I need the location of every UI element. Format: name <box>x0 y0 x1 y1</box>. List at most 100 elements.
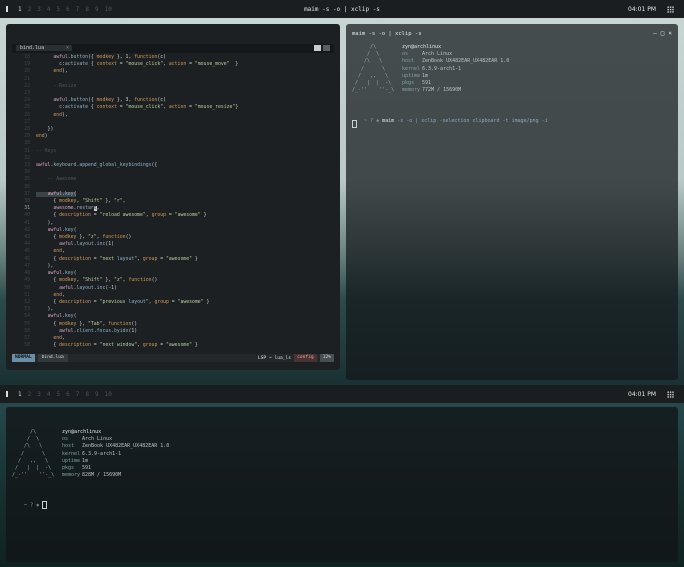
code-line[interactable]: 49 { modkey, "Shift" }, "z", function() <box>12 277 334 284</box>
clock-2[interactable]: 04:01 PM <box>628 391 656 398</box>
line-number: 27 <box>24 119 30 125</box>
code-line[interactable]: 23 <box>12 90 334 97</box>
bot-info-kernel: kernel 6.3.9-arch1-1 <box>62 450 122 457</box>
bot-logo-line: /\ <box>12 429 37 435</box>
code-line[interactable]: 28 }) <box>12 126 334 133</box>
code-line[interactable]: 58 { description = "next window", group … <box>12 342 334 349</box>
code-line[interactable]: 19 c:activate { context = "mouse_click",… <box>12 61 334 68</box>
code-line[interactable]: 26 end), <box>12 112 334 119</box>
code-line[interactable]: 56 awful.client.focus.byidx(1) <box>12 328 334 335</box>
arch-logo: /\ / \ /\ \ / \ / ,, \ / | | -\/_-'' ''-… <box>352 44 394 94</box>
code-line[interactable]: 40 { description = "reload awesome", gro… <box>12 212 334 219</box>
code-line[interactable]: 33 awful.keyboard.append_global_keybindin… <box>12 162 334 169</box>
code-line[interactable]: 31 awesome.restart, <box>12 205 334 212</box>
app-grid-icon[interactable] <box>667 5 674 13</box>
workspace-b-10[interactable]: 10 <box>105 391 112 398</box>
code-line[interactable]: 29 end) <box>12 133 334 140</box>
line-text: end), <box>53 112 68 118</box>
terminal-window[interactable]: maim -s -o | xclip -s – □ × /\ / \ /\ \ / … <box>346 24 678 380</box>
code-line[interactable]: 55 { modkey }, "Tab", function() <box>12 321 334 328</box>
code-line[interactable]: 18 awful.button({ modkey }, 1, function(… <box>12 54 334 61</box>
code-line[interactable]: 37 awful.key( <box>12 191 334 198</box>
code-line[interactable]: 44 awful.layout.inc(1) <box>12 241 334 248</box>
terminal-window-2[interactable]: /\ / \ /\ \ / \ / ,, \ / | | -\/_-'' ''-… <box>6 407 678 562</box>
code-line[interactable]: 45 end, <box>12 248 334 255</box>
code-line[interactable]: 21 <box>12 76 334 83</box>
code-line[interactable]: 25 c:activate { context = "mouse_click",… <box>12 104 334 111</box>
line-text: { description = "previous layout", group… <box>36 299 210 305</box>
app-grid-icon-2[interactable] <box>667 390 674 398</box>
maximize-icon[interactable]: □ <box>661 30 665 37</box>
code-line[interactable]: 36 <box>12 184 334 191</box>
workspace-b-4[interactable]: 4 <box>47 391 51 398</box>
bot-logo-line: / ,, \ <box>12 457 49 464</box>
code-line[interactable]: 41 ), <box>12 220 334 227</box>
code-line[interactable]: 51 end, <box>12 292 334 299</box>
terminal-title: maim -s -o | xclip -s <box>352 31 422 37</box>
workspace-b-6[interactable]: 6 <box>66 391 70 398</box>
code-area[interactable]: 18 awful.button({ modkey }, 1, function(… <box>12 54 334 352</box>
code-line[interactable]: 32 <box>12 155 334 162</box>
code-line[interactable]: 54 awful.key( <box>12 313 334 320</box>
minimize-icon[interactable]: – <box>653 30 657 37</box>
line-text: { modkey, "Shift" }, "z", function() <box>36 278 158 284</box>
code-line[interactable]: 38 { modkey, "Shift" }, "r", <box>12 198 334 205</box>
editor-window[interactable]: bind.lua × 18 awful.button({ modkey }, 1,… <box>6 24 340 370</box>
clock[interactable]: 04:01 PM <box>628 6 656 13</box>
code-line[interactable]: 35 -- Awesome <box>12 176 334 183</box>
line-number: 52 <box>24 299 30 305</box>
code-line[interactable]: 46 { description = "next layout", group … <box>12 256 334 263</box>
prompt-symbol: ~ ? ✱ <box>364 118 380 124</box>
line-number: 47 <box>24 263 30 269</box>
code-line[interactable]: 48 awful.key( <box>12 270 334 277</box>
bottom-monitor-panel: 1 2 3 4 5 6 7 8 9 10 04:01 PM <box>0 385 684 403</box>
shell-prompt[interactable]: ~ ? ✱ maim -s -o | xclip -selection clip… <box>352 112 548 130</box>
code-line[interactable]: 43 { modkey }, "z", function() <box>12 234 334 241</box>
workspace-b-1[interactable]: 1 <box>18 391 22 398</box>
split-icon[interactable] <box>314 45 321 51</box>
code-line[interactable]: 24 awful.button({ modkey }, 3, function(… <box>12 97 334 104</box>
code-line[interactable]: 30 <box>12 140 334 147</box>
code-line[interactable]: 52 { description = "previous layout", gr… <box>12 299 334 306</box>
code-line[interactable]: 47 ), <box>12 263 334 270</box>
line-number: 38 <box>24 199 30 205</box>
code-line[interactable]: 53 ), <box>12 306 334 313</box>
line-text: { description = "next layout", group = "… <box>36 256 198 262</box>
code-line[interactable]: 34 <box>12 169 334 176</box>
code-line[interactable]: 27 <box>12 119 334 126</box>
close-icon[interactable]: × <box>668 30 672 37</box>
code-line[interactable]: 42 awful.key( <box>12 227 334 234</box>
workspace-b-8[interactable]: 8 <box>85 391 89 398</box>
top-info-host: host ZenBook UX482EAR_UX482EAR 1.0 <box>402 58 510 65</box>
close-icon[interactable]: × <box>66 45 69 51</box>
workspace-b-7[interactable]: 7 <box>76 391 80 398</box>
editor-tab[interactable]: bind.lua × <box>16 45 73 51</box>
line-number: 54 <box>24 314 30 320</box>
line-text: awful.key( <box>47 227 77 233</box>
shell-prompt-2[interactable]: ~ ? ✱ <box>12 495 48 515</box>
line-number: 21 <box>24 76 30 82</box>
launcher-icon-2[interactable] <box>6 391 8 397</box>
line-text: c:activate { context = "mouse_click", ac… <box>59 62 239 68</box>
cursor <box>352 120 357 128</box>
workspace-b-5[interactable]: 5 <box>57 391 61 398</box>
code-line[interactable]: 57 end, <box>12 335 334 342</box>
code-line[interactable]: 31 -- Keys <box>12 148 334 155</box>
bot-logo-line: /_-'' ''-_\ <box>12 472 55 479</box>
line-number: 23 <box>24 91 30 97</box>
code-line[interactable]: 22 --Resize <box>12 83 334 90</box>
workspace-b-3[interactable]: 3 <box>37 391 41 398</box>
workspace-b-9[interactable]: 9 <box>95 391 99 398</box>
close-buffer-icon[interactable] <box>323 45 330 51</box>
top-logo-line: /_-'' ''-_\ <box>352 87 395 94</box>
top-info-kernel: kernel 6.3.9-arch1-1 <box>402 65 462 72</box>
top-info-pkgs: pkgs 591 <box>402 80 432 87</box>
workspace-b-2[interactable]: 2 <box>28 391 32 398</box>
code-line[interactable]: 50 awful.layout.inc(-1) <box>12 285 334 292</box>
line-text: ), <box>36 263 54 269</box>
line-text: awful.layout.inc(1) <box>59 242 115 248</box>
line-number: 37 <box>24 191 30 197</box>
code-line[interactable]: 20 end), <box>12 68 334 75</box>
line-number: 53 <box>24 307 30 313</box>
line-text: end, <box>53 292 65 298</box>
